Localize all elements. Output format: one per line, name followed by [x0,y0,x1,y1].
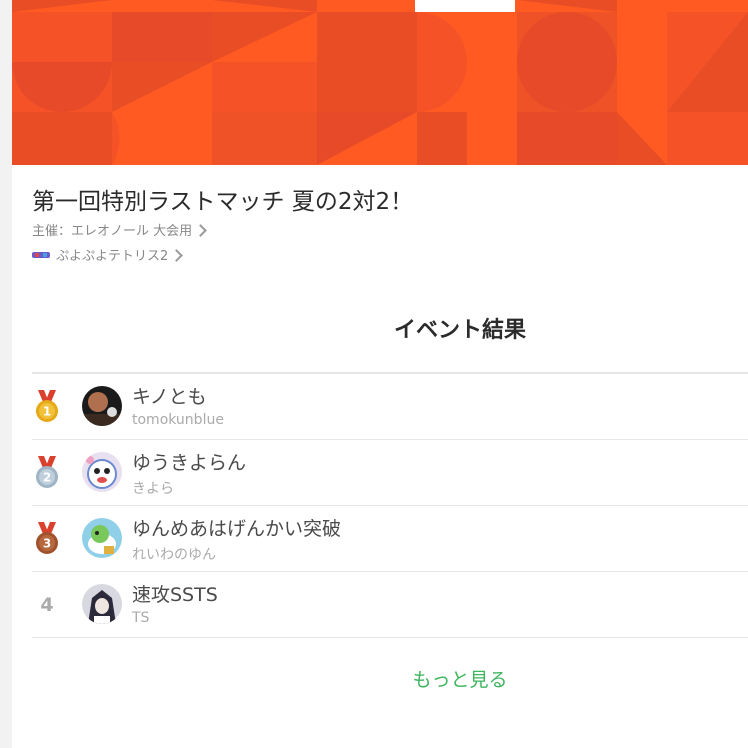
rank-3: 3 [32,506,62,571]
avatar[interactable] [82,386,122,426]
results-list: 1 キノとも tomokunblue 2 ゆうきよらん きよら 3 ゆんめあはげ… [32,372,748,638]
event-banner [12,0,748,165]
avatar-image [82,386,122,426]
organizer-label: 主催：エレオノール 大会用 [32,224,193,239]
event-title: 第一回特別ラストマッチ 夏の2対2！ [32,189,414,215]
game-icon [32,251,50,258]
avatar[interactable] [82,452,122,492]
rank-1: 1 [32,374,62,439]
svg-text:3: 3 [43,536,51,550]
avatar-image [82,452,122,492]
team-members: TS [132,610,150,626]
bronze-medal-icon: 3 [36,521,58,554]
chevron-right-icon [194,223,208,237]
svg-text:1: 1 [43,404,51,418]
chevron-right-icon [170,248,184,262]
result-row-4[interactable]: 4 速攻SSTS TS [32,572,748,638]
game-label: ぷよぷよテトリス2 [56,249,169,264]
team-name: ゆうきよらん [132,452,247,474]
rank-4: 4 [32,572,62,637]
result-row-3[interactable]: 3 ゆんめあはげんかい突破 れいわのゆん [32,506,748,572]
result-row-2[interactable]: 2 ゆうきよらん きよら [32,440,748,506]
avatar[interactable] [82,584,122,624]
organizer-link[interactable]: 主催：エレオノール 大会用 [32,220,208,239]
team-members: れいわのゆん [132,547,216,563]
game-link[interactable]: ぷよぷよテトリス2 [32,245,184,264]
results-heading: イベント結果 [393,318,526,343]
avatar[interactable] [82,518,122,558]
avatar-image [82,584,122,624]
svg-text:2: 2 [43,470,51,484]
banner-pattern [12,0,748,165]
see-more-link[interactable]: もっと見る [12,665,748,692]
result-row-1[interactable]: 1 キノとも tomokunblue [32,374,748,440]
rank-2: 2 [32,440,62,505]
team-members: きよら [132,481,174,497]
silver-medal-icon: 2 [36,455,58,488]
gold-medal-icon: 1 [36,389,58,422]
team-members: tomokunblue [132,412,224,428]
event-panel: 第一回特別ラストマッチ 夏の2対2！ 主催：エレオノール 大会用 ぷよぷよテトリ… [12,0,748,748]
team-name: ゆんめあはげんかい突破 [132,518,342,540]
rank-number: 4 [40,593,54,616]
team-name: 速攻SSTS [132,584,218,606]
avatar-image [82,518,122,558]
team-name: キノとも [132,386,207,408]
